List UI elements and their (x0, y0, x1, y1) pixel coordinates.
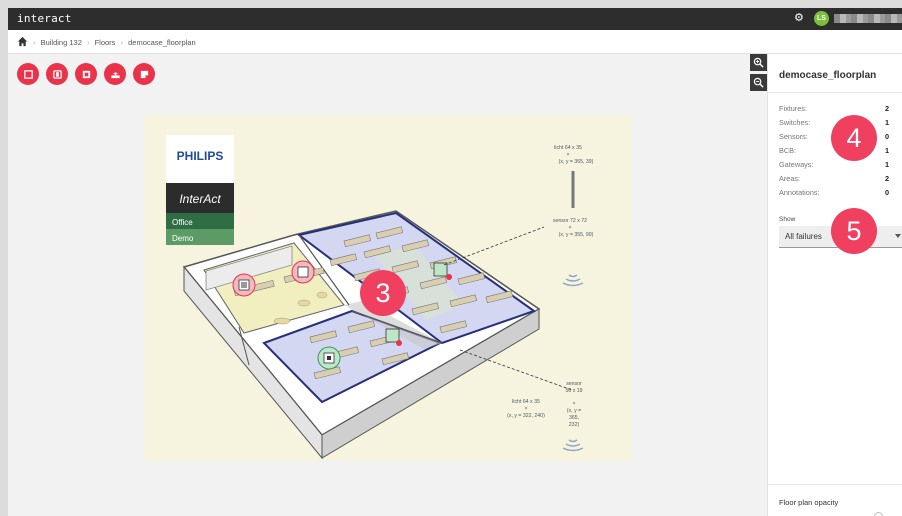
add-fixture-button[interactable] (17, 63, 39, 85)
breadcrumb-separator: › (86, 38, 90, 47)
breadcrumb-item-building[interactable]: Building 132 (41, 38, 82, 47)
annotation-marker: × (572, 401, 575, 407)
annotation-tool-icon (140, 70, 148, 78)
add-sensor-button[interactable] (75, 63, 97, 85)
annotation-coords: (x, y = 322, 240) (507, 413, 545, 419)
fixture-tool-icon (23, 69, 33, 79)
avatar[interactable]: LS (814, 11, 829, 26)
stat-label: Annotations: (779, 188, 820, 197)
stats-list: Fixtures: 2 Switches: 1 Sensors: 0 BCB: 1 Ga… (779, 104, 889, 202)
stat-row-fixtures: Fixtures: 2 (779, 104, 889, 118)
switch-tool-icon (52, 69, 62, 79)
stat-row-gateways: Gateways: 1 (779, 160, 889, 174)
stat-value: 1 (884, 146, 889, 155)
breadcrumb: › Building 132 › Floors › democase_floor… (8, 30, 902, 54)
details-panel: democase_floorplan Fixtures: 2 Switches: 1… (767, 54, 902, 516)
annotation-coords: 365, (569, 415, 579, 421)
annotation-label: licht 64 x 35 (554, 145, 582, 151)
show-label: Show (779, 216, 796, 223)
zoom-out-icon (753, 77, 764, 88)
callout-badge-4: 4 (831, 115, 877, 161)
stat-value: 0 (884, 188, 889, 197)
show-filter-value: All failures (785, 232, 822, 241)
stat-label: BCB: (779, 146, 797, 155)
callout-badge-3: 3 (360, 270, 406, 316)
user-name-redacted[interactable] (834, 14, 902, 23)
add-gateway-button[interactable] (104, 63, 126, 85)
panel-title: democase_floorplan (779, 70, 877, 81)
stat-value: 1 (884, 118, 889, 127)
stat-label: Fixtures: (779, 104, 807, 113)
annotation-marker: × (566, 152, 569, 158)
brand-product: InterAct (179, 192, 221, 206)
stat-label: Gateways: (779, 160, 814, 169)
breadcrumb-separator: › (120, 38, 124, 47)
callout-badge-5: 5 (831, 208, 877, 254)
add-switch-button[interactable] (46, 63, 68, 85)
breadcrumb-separator: › (33, 38, 36, 47)
annotation-label: sensor (566, 381, 582, 387)
annotation-label: licht 64 x 35 (512, 399, 540, 405)
zoom-in-icon (753, 57, 764, 68)
stat-value: 1 (884, 160, 889, 169)
annotation-marker: × (524, 406, 527, 412)
app-title: interact (17, 12, 72, 25)
divider (768, 92, 902, 93)
stat-value: 0 (884, 132, 889, 141)
gateway-tool-icon (110, 71, 120, 78)
top-bar: interact ⚙ LS (8, 8, 902, 30)
app-window: interact ⚙ LS › Building 132 › Floors › … (8, 8, 902, 516)
breadcrumb-item-floorplan: democase_floorplan (128, 38, 196, 47)
sensor-tool-icon (82, 70, 90, 78)
home-icon[interactable] (17, 36, 28, 47)
add-annotation-button[interactable] (133, 63, 155, 85)
stat-value: 2 (884, 104, 889, 113)
opacity-label: Floor plan opacity (779, 498, 839, 507)
breadcrumb-item-floors[interactable]: Floors (95, 38, 116, 47)
annotation-coords: (x, y = 355, 90) (559, 232, 594, 238)
annotation-size: 50 x 19 (565, 388, 582, 394)
stat-value: 2 (884, 174, 889, 183)
annotation-marker: × (568, 225, 571, 231)
opacity-control: Floor plan opacity (768, 484, 902, 516)
annotation-coords: (x, y = 365, 39) (559, 159, 594, 165)
stat-row-areas: Areas: 2 (779, 174, 889, 188)
zoom-out-button[interactable] (750, 74, 767, 91)
stat-label: Switches: (779, 118, 811, 127)
chevron-down-icon (895, 234, 901, 238)
zoom-in-button[interactable] (750, 54, 767, 71)
annotation-coords: 232) (569, 422, 580, 428)
brand-line-demo: Demo (172, 234, 194, 243)
stat-label: Areas: (779, 174, 801, 183)
gear-icon[interactable]: ⚙ (794, 11, 804, 24)
stat-label: Sensors: (779, 132, 808, 141)
annotation-label: sensor 72 x 72 (553, 218, 587, 224)
annotation-coords: (x, y = (567, 408, 581, 414)
brand-line-office: Office (172, 218, 193, 227)
opacity-slider-handle[interactable] (874, 512, 884, 516)
philips-logo: PHILIPS (177, 149, 224, 163)
stat-row-annotations: Annotations: 0 (779, 188, 889, 202)
